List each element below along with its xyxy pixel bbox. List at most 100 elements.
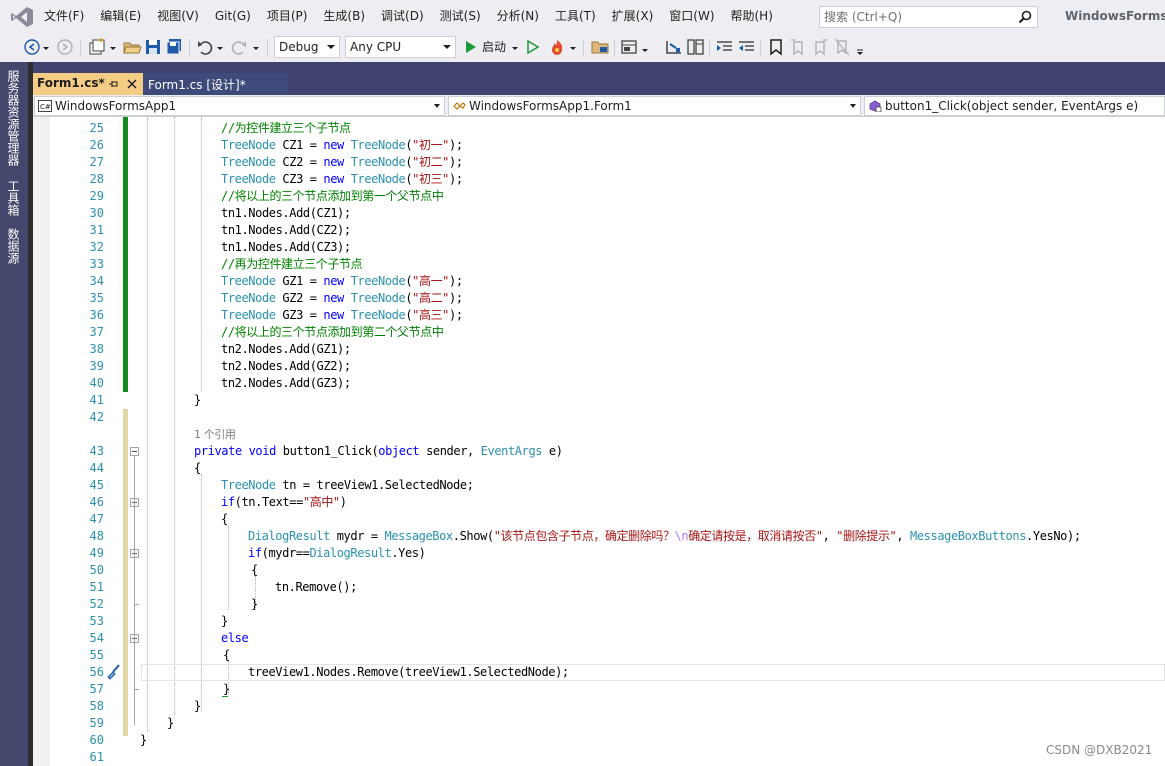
code-token: TreeNode [221,274,276,288]
code-editor[interactable]: 25 26 27 28 29 30 31 32 33 34 35 36 37 38 39 40 41 42 43 44… [33,117,1165,766]
side-tab-server-explorer[interactable]: 服务器资源管理器 [6,70,22,166]
menu-item[interactable]: 文件(F) [36,0,92,33]
redo-icon[interactable] [230,37,248,57]
code-token: "高一" [412,274,449,288]
project-select[interactable]: C# WindowsFormsApp1 [34,96,445,116]
back-dropdown-icon[interactable] [42,37,50,57]
code-token: TreeNode [350,172,406,186]
close-icon[interactable] [126,78,138,90]
menu-item[interactable]: Git(G) [207,0,259,33]
code-token: \n [674,529,689,543]
save-icon[interactable] [144,37,162,57]
previous-bookmark-icon[interactable] [789,37,807,57]
code-token: tn1.Nodes.Add(CZ1); [221,206,351,220]
search-input[interactable] [820,7,1015,27]
codelens-references[interactable]: 1 个引用 [194,426,236,443]
back-icon[interactable] [23,37,41,57]
code-line: if(mydr==DialogResult.Yes) [248,545,426,562]
menu-item[interactable]: 扩展(X) [604,0,662,33]
hot-reload-icon[interactable] [547,37,567,57]
code-text-area[interactable]: //为控件建立三个子节点 TreeNode CZ1 = new TreeNode (… [33,117,1165,766]
navigation-bar: C# WindowsFormsApp1 WindowsFormsApp1.For… [33,95,1165,117]
code-token: TreeNode [221,172,276,186]
solution-explorer-icon[interactable] [620,37,640,57]
code-token: .YesNo); [1026,529,1081,543]
start-without-debugging-icon[interactable] [525,37,541,57]
code-line: } [221,613,228,630]
outdent-icon[interactable] [737,37,757,57]
code-token: ); [449,138,463,152]
start-button-label[interactable]: 启动 [482,33,506,62]
menu-item[interactable]: 窗口(W) [661,0,722,33]
code-token: treeView1.Nodes.Remove(treeView1.Selecte… [248,665,569,679]
forward-icon[interactable] [56,37,74,57]
code-line: TreeNode CZ2 = new TreeNode("初二"); [221,154,463,171]
bookmark-panel-icon[interactable] [686,37,706,57]
member-select[interactable]: button1_Click(object sender, EventArgs e… [864,96,1165,116]
undo-icon[interactable] [196,37,214,57]
search-icon[interactable] [1018,10,1032,24]
class-select[interactable]: WindowsFormsApp1.Form1 [448,96,861,116]
configuration-select[interactable]: Debug [274,36,340,58]
code-token: tn2.Nodes.Add(GZ2); [221,359,351,373]
code-line: tn.Remove(); [275,579,357,596]
code-token: "初二" [412,155,449,169]
menu-item[interactable]: 视图(V) [149,0,207,33]
menu-item[interactable]: 工具(T) [547,0,604,33]
menu-item[interactable]: 帮助(H) [723,0,781,33]
code-token: new [323,308,344,322]
menu-item[interactable]: 项目(P) [259,0,316,33]
clear-bookmarks-icon[interactable] [833,37,851,57]
start-dropdown-icon[interactable] [511,37,519,57]
code-token: //为控件建立三个子节点 [221,121,351,135]
code-token: new [323,291,344,305]
toolbar-overflow-icon[interactable] [855,37,865,57]
redo-dropdown-icon[interactable] [252,37,260,57]
new-project-dropdown-icon[interactable] [109,37,117,57]
hot-reload-dropdown-icon[interactable] [569,37,577,57]
code-token: TreeNode [221,478,276,492]
code-token: { [194,461,201,475]
code-token: { [251,563,258,577]
indent-icon[interactable] [715,37,735,57]
code-token: } [194,393,201,407]
undo-dropdown-icon[interactable] [216,37,224,57]
bookmark-icon[interactable] [767,37,785,57]
menu-item[interactable]: 编辑(E) [92,0,149,33]
code-token: TreeNode [350,155,406,169]
side-tab-data-sources[interactable]: 数据源 [6,228,22,264]
start-icon[interactable] [463,37,479,57]
search-box[interactable] [819,6,1038,28]
pin-icon[interactable] [108,78,120,90]
code-token: sender, [419,444,481,458]
side-tool-strip: 服务器资源管理器 工具箱 数据源 [0,62,33,766]
side-tab-toolbox[interactable]: 工具箱 [6,180,22,216]
browse-folder-icon[interactable] [590,37,610,57]
code-line: } [194,698,201,715]
new-project-icon[interactable] [87,37,107,57]
code-token: MessageBoxButtons [910,529,1027,543]
code-token: //再为控件建立三个子节点 [221,257,363,271]
save-all-icon[interactable] [165,37,183,57]
layout-dropdown-icon[interactable] [641,37,649,57]
platform-select[interactable]: Any CPU [345,36,456,58]
toolbar-separator [760,39,761,56]
menu-item[interactable]: 生成(B) [315,0,373,33]
next-bookmark-icon[interactable] [811,37,829,57]
tab-form1-code[interactable]: Form1.cs* [33,73,143,95]
open-file-icon[interactable] [122,37,142,57]
code-token: (tn.Text== [234,495,304,509]
watermark: CSDN @DXB2021 [1046,743,1153,757]
code-token: CZ3 = [275,172,324,186]
step-into-icon[interactable] [664,37,684,57]
tab-form1-designer[interactable]: Form1.cs [设计]* [143,73,288,95]
code-token: CZ1 = [275,138,324,152]
chevron-down-icon [327,45,335,49]
menu-item[interactable]: 测试(S) [432,0,489,33]
menu-item[interactable]: 分析(N) [489,0,547,33]
code-line: tn2.Nodes.Add(GZ2); [221,358,351,375]
menu-item[interactable]: 调试(D) [373,0,432,33]
svg-text:C#: C# [40,103,51,111]
code-token: } [167,716,174,730]
